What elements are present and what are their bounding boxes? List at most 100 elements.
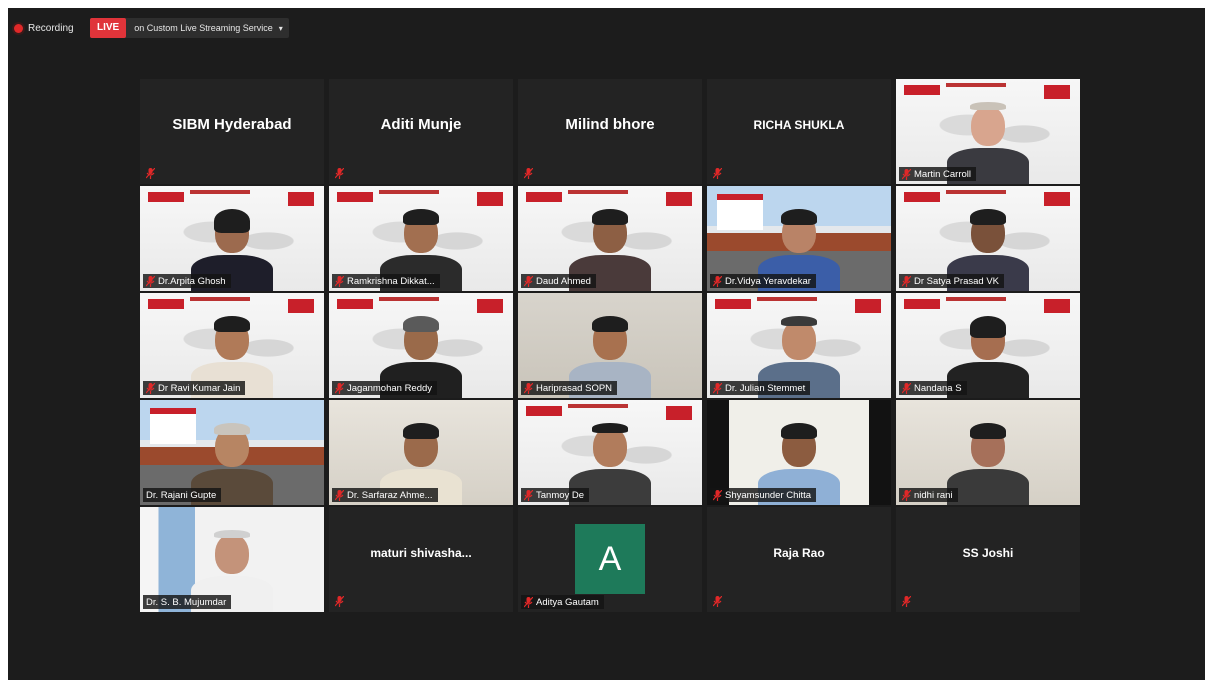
participant-name: Tanmoy De bbox=[536, 489, 585, 501]
participant-video-tile[interactable]: Jaganmohan Reddy bbox=[329, 293, 513, 398]
avatar: A bbox=[575, 524, 645, 594]
recording-indicator[interactable]: Recording bbox=[14, 18, 74, 38]
participant-name-label: Martin Carroll bbox=[899, 167, 977, 181]
muted-mic-icon bbox=[335, 596, 344, 607]
participant-name: Dr. Rajani Gupte bbox=[146, 489, 217, 501]
participant-name: Dr Satya Prasad VK bbox=[914, 275, 1000, 287]
participant-name-label: Aditya Gautam bbox=[521, 595, 604, 609]
stream-service-label: on Custom Live Streaming Service bbox=[134, 23, 273, 33]
participant-video-tile[interactable]: Daud Ahmed bbox=[518, 186, 702, 291]
participant-name-label: Dr. Sarfaraz Ahme... bbox=[332, 488, 438, 502]
live-badge: LIVE bbox=[90, 18, 127, 38]
participant-tile[interactable]: Aditi Munje bbox=[329, 79, 513, 184]
participant-video-tile[interactable]: Dr Ravi Kumar Jain bbox=[140, 293, 324, 398]
participant-name: Martin Carroll bbox=[914, 168, 972, 180]
muted-mic-icon bbox=[146, 275, 155, 287]
participant-name-label: Jaganmohan Reddy bbox=[332, 381, 438, 395]
participant-video-tile[interactable]: Martin Carroll bbox=[896, 79, 1080, 184]
participant-name: Aditi Munje bbox=[380, 116, 462, 133]
participant-name: SIBM Hyderabad bbox=[172, 116, 292, 133]
muted-mic-icon bbox=[713, 596, 722, 607]
muted-mic-icon bbox=[524, 168, 533, 179]
muted-mic-icon bbox=[902, 275, 911, 287]
participant-tile[interactable]: A Aditya Gautam bbox=[518, 507, 702, 612]
participant-name: RICHA SHUKLA bbox=[753, 117, 845, 132]
muted-mic-icon bbox=[146, 168, 155, 179]
participant-tile[interactable]: SIBM Hyderabad bbox=[140, 79, 324, 184]
participant-name-label: Dr. Julian Stemmet bbox=[710, 381, 811, 395]
participant-video-tile[interactable]: Dr. Rajani Gupte bbox=[140, 400, 324, 505]
gallery-view: SIBM Hyderabad Aditi Munje Milind bhore … bbox=[140, 79, 1080, 612]
participant-video-tile[interactable]: Tanmoy De bbox=[518, 400, 702, 505]
participant-tile[interactable]: RICHA SHUKLA bbox=[707, 79, 891, 184]
participant-name: Shyamsunder Chitta bbox=[725, 489, 812, 501]
muted-mic-icon bbox=[524, 489, 533, 501]
muted-mic-icon bbox=[713, 168, 722, 179]
participant-video-tile[interactable]: Shyamsunder Chitta bbox=[707, 400, 891, 505]
muted-mic-icon bbox=[335, 489, 344, 501]
muted-mic-icon bbox=[902, 596, 911, 607]
participant-video-tile[interactable]: Nandana S bbox=[896, 293, 1080, 398]
participant-video-tile[interactable]: Dr.Arpita Ghosh bbox=[140, 186, 324, 291]
muted-mic-icon bbox=[902, 168, 911, 180]
participant-name: maturi shivasha... bbox=[370, 545, 472, 560]
participant-name: Jaganmohan Reddy bbox=[347, 382, 433, 394]
participant-name-label: Ramkrishna Dikkat... bbox=[332, 274, 440, 288]
muted-mic-icon bbox=[902, 382, 911, 394]
participant-name: Aditya Gautam bbox=[536, 596, 599, 608]
participant-video bbox=[947, 419, 1029, 505]
participant-video-tile[interactable]: Hariprasad SOPN bbox=[518, 293, 702, 398]
participant-tile[interactable]: Raja Rao bbox=[707, 507, 891, 612]
participant-video-tile[interactable]: nidhi rani bbox=[896, 400, 1080, 505]
muted-mic-icon bbox=[713, 382, 722, 394]
participant-name-label: Dr.Vidya Yeravdekar bbox=[710, 274, 816, 288]
participant-video-tile[interactable]: Dr.Vidya Yeravdekar bbox=[707, 186, 891, 291]
muted-mic-icon bbox=[146, 382, 155, 394]
muted-mic-icon bbox=[524, 596, 533, 608]
muted-mic-icon bbox=[524, 275, 533, 287]
participant-name: Hariprasad SOPN bbox=[536, 382, 613, 394]
participant-name-label: nidhi rani bbox=[899, 488, 958, 502]
participant-name: Ramkrishna Dikkat... bbox=[347, 275, 435, 287]
participant-name-label: Nandana S bbox=[899, 381, 967, 395]
participant-name-label: Dr Ravi Kumar Jain bbox=[143, 381, 246, 395]
participant-name-label: Tanmoy De bbox=[521, 488, 590, 502]
meeting-window: Recording LIVE on Custom Live Streaming … bbox=[8, 8, 1205, 680]
muted-mic-icon bbox=[335, 168, 344, 179]
participant-video-tile[interactable]: Ramkrishna Dikkat... bbox=[329, 186, 513, 291]
participant-name: Dr.Vidya Yeravdekar bbox=[725, 275, 811, 287]
participant-name: Dr Ravi Kumar Jain bbox=[158, 382, 241, 394]
participant-video-tile[interactable]: Dr Satya Prasad VK bbox=[896, 186, 1080, 291]
participant-video-tile[interactable]: Dr. Julian Stemmet bbox=[707, 293, 891, 398]
record-dot-icon bbox=[14, 23, 23, 33]
muted-mic-icon bbox=[713, 275, 722, 287]
participant-name-label: Shyamsunder Chitta bbox=[710, 488, 817, 502]
participant-tile[interactable]: maturi shivasha... bbox=[329, 507, 513, 612]
participant-name-label: Dr.Arpita Ghosh bbox=[143, 274, 231, 288]
muted-mic-icon bbox=[524, 382, 533, 394]
recording-label: Recording bbox=[28, 22, 74, 34]
participant-name-label: Dr. Rajani Gupte bbox=[143, 488, 222, 502]
participant-name-label: Daud Ahmed bbox=[521, 274, 596, 288]
participant-name-label: Dr. S. B. Mujumdar bbox=[143, 595, 232, 609]
muted-mic-icon bbox=[713, 489, 722, 501]
participant-name: Dr. Julian Stemmet bbox=[725, 382, 806, 394]
active-speaker-tile[interactable]: Dr. S. B. Mujumdar bbox=[140, 507, 324, 612]
participant-video-tile[interactable]: Dr. Sarfaraz Ahme... bbox=[329, 400, 513, 505]
participant-name: Daud Ahmed bbox=[536, 275, 591, 287]
participant-name: Dr. S. B. Mujumdar bbox=[146, 596, 227, 608]
participant-name: Dr.Arpita Ghosh bbox=[158, 275, 226, 287]
participant-name: Raja Rao bbox=[773, 545, 825, 560]
live-stream-status[interactable]: LIVE on Custom Live Streaming Service ▾ bbox=[90, 18, 289, 38]
chevron-down-icon[interactable]: ▾ bbox=[279, 24, 289, 33]
participant-tile[interactable]: Milind bhore bbox=[518, 79, 702, 184]
participant-tile[interactable]: SS Joshi bbox=[896, 507, 1080, 612]
participant-name: Nandana S bbox=[914, 382, 962, 394]
muted-mic-icon bbox=[902, 489, 911, 501]
participant-name-label: Dr Satya Prasad VK bbox=[899, 274, 1005, 288]
participant-name: nidhi rani bbox=[914, 489, 953, 501]
muted-mic-icon bbox=[335, 275, 344, 287]
muted-mic-icon bbox=[335, 382, 344, 394]
participant-name: Milind bhore bbox=[565, 116, 655, 133]
participant-name-label: Hariprasad SOPN bbox=[521, 381, 618, 395]
